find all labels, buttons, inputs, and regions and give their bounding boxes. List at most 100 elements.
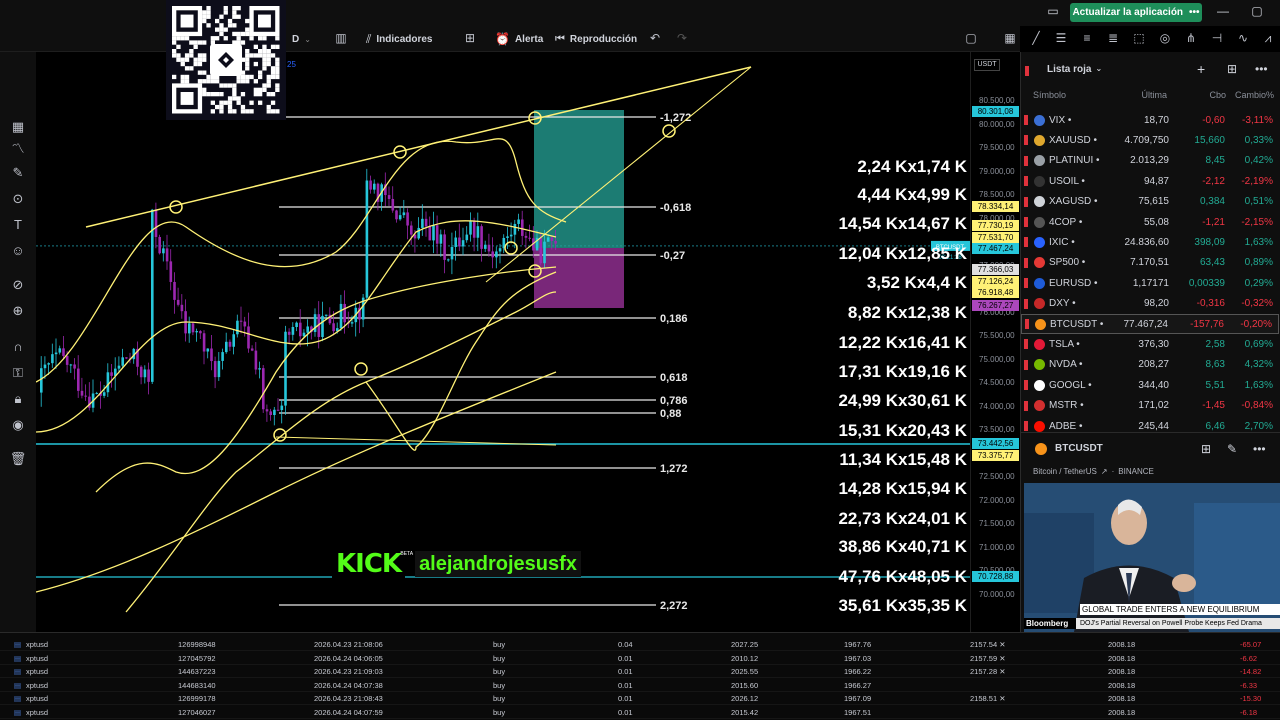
price-tick-label: 75.500,00 [979,331,1015,340]
layouts-icon[interactable]: ⊞ [462,30,478,46]
qr-module [245,57,250,62]
trade-time: 2026.04.24 04:06:05 [314,653,383,663]
qr-module [236,6,241,11]
wave-icon[interactable]: ∿ [1235,30,1251,46]
watchlist-symbol: VIX • [1049,114,1072,126]
video-player[interactable]: GLOBAL TRADE ENTERS A NEW EQUILIBRIUM Bl… [1024,483,1280,632]
more-icon[interactable]: ••• [1255,62,1268,76]
lock-drawing-icon[interactable]: ⚿ [8,364,28,382]
col-symbol[interactable]: Símbolo [1033,90,1066,100]
trade-row[interactable]: ▤ xptusd 127045792 2026.04.24 04:06:05 buy 0.… [0,652,1280,665]
watchlist-row[interactable]: NVDA • 208,27 8,63 4,32% [1021,355,1279,375]
pattern-icon[interactable]: ▦ [1002,30,1018,46]
candle-body [554,240,557,244]
redo-icon[interactable]: ↷ [674,30,690,46]
candle-body [77,368,80,391]
col-pct[interactable]: Cambio% [1235,90,1274,100]
rectangle-icon[interactable]: ⬚ [1131,30,1147,46]
qr-module [262,53,267,58]
replay-button[interactable]: ⏮ Reproducción [555,30,637,48]
candle-body [188,323,191,334]
watchlist-row[interactable]: XAUUSD • 4.709,750 15,660 0,33% [1021,130,1279,150]
trade-row[interactable]: ▤ xptusd 144637223 2026.04.23 21:09:03 buy 0.… [0,665,1280,678]
parallel-channel-icon[interactable]: ≡ [1079,30,1095,46]
fib-tool-icon[interactable]: ☰ [1053,30,1069,46]
brush-tool-icon[interactable]: ✎ [8,164,28,182]
trade-price: 2008.18 [1108,653,1136,663]
maximize-icon[interactable]: ▢ [1248,4,1266,18]
watchlist-row[interactable]: USOIL • 94,87 -2,12 -2,19% [1021,171,1279,191]
qr-module [258,36,263,41]
magnet-tool-icon[interactable]: ∩ [8,338,28,356]
watchlist-row[interactable]: PLATINUI • 2.013,29 8,45 0,42% [1021,151,1279,171]
price-scale[interactable]: USDT 80.500,00 80.000,00 79.500,00 79.000,0… [970,52,1020,632]
watchlist-row[interactable]: GOOGL • 344,40 5,51 1,63% [1021,375,1279,395]
undo-icon[interactable]: ↶ [647,30,663,46]
watchlist-row[interactable]: MSTR • 171,02 -1,45 -0,84% [1021,396,1279,416]
qr-module [232,10,237,15]
col-change[interactable]: Cbo [1209,90,1226,100]
emoji-tool-icon[interactable]: ☺ [8,242,28,260]
trade-row[interactable]: ▤ xptusd 126998948 2026.04.23 21:08:06 buy 0.… [0,638,1280,651]
watchlist-selector[interactable]: Lista roja ⌄ [1047,64,1102,75]
text-lines-icon[interactable]: ≣ [1105,30,1121,46]
eye-icon[interactable]: ◉ [8,416,28,434]
node-tool-icon[interactable]: ⊙ [8,190,28,208]
candles-icon[interactable]: ▥ [333,30,349,46]
path-tool-icon[interactable]: 〽 [8,140,28,158]
watchlist-row[interactable]: XAGUSD • 75,615 0,384 0,51% [1021,192,1279,212]
pattern-tool-icon[interactable]: ▦ [8,118,28,136]
qr-module [270,44,276,49]
qr-module [215,36,220,41]
red-flag-icon [1024,257,1028,268]
more-icon[interactable]: ••• [1253,442,1266,456]
qr-module [232,23,237,28]
trash-icon[interactable]: 🗑︎ [8,450,28,468]
indicators-button[interactable]: ⫽ Indicadores [366,30,433,48]
qr-module [206,10,211,15]
watchlist-row[interactable]: IXIC • 24.836,60 398,09 1,63% [1021,232,1279,252]
ruler-icon[interactable]: ⊣ [1209,30,1225,46]
interval-selector[interactable]: D ⌄ [292,30,311,48]
grid-icon[interactable]: ⊞ [1201,442,1211,456]
add-symbol-icon[interactable]: + [1197,61,1205,77]
candle-body [47,363,50,365]
price-tick-label: 80.500,00 [979,96,1015,105]
red-flag-icon [1024,155,1028,166]
candle-body [95,392,99,394]
watchlist-row[interactable]: BTCUSDT • 77.467,24 -157,76 -0,20% [1021,314,1279,334]
layout-grid-icon[interactable]: ⊞ [1227,62,1237,76]
trade-icon: ▤ [14,680,22,690]
currency-selector[interactable]: USDT [974,59,1000,71]
trade-row[interactable]: ▤ xptusd 127046027 2026.04.24 04:07:59 buy 0.… [0,706,1280,719]
watchlist-row[interactable]: TSLA • 376,30 2,58 0,69% [1021,334,1279,354]
screen-icon[interactable]: ▭ [1044,4,1062,18]
symbol-logo-icon [1034,155,1045,167]
trendline-icon[interactable]: ╱ [1028,30,1044,46]
update-app-button[interactable]: Actualizar la aplicación ••• [1070,3,1202,22]
measure-tool-icon[interactable]: ⊘ [8,276,28,294]
pitchfork-icon[interactable]: ⋔ [1183,30,1199,46]
candle-body [465,234,469,241]
watchlist-row[interactable]: 4COP • 55,08 -1,21 -2,15% [1021,212,1279,232]
candle-body [454,237,457,247]
text-tool-icon[interactable]: T [8,216,28,234]
watchlist-row[interactable]: VIX • 18,70 -0,60 -3,11% [1021,110,1279,130]
circle-icon[interactable]: ◎ [1157,30,1173,46]
watchlist-row[interactable]: DXY • 98,20 -0,316 -0,32% [1021,294,1279,314]
trade-row[interactable]: ▤ xptusd 126999178 2026.04.23 21:08:43 buy 0.… [0,692,1280,705]
minimize-icon[interactable]: — [1214,4,1232,18]
zigzag-icon[interactable]: ⩘ [1260,30,1276,46]
fullscreen-icon[interactable]: ▢ [963,30,979,46]
lock-icon[interactable]: 🔒︎ [8,390,28,408]
trade-row[interactable]: ▤ xptusd 144683140 2026.04.24 04:07:38 buy 0.… [0,679,1280,692]
watchlist-row[interactable]: SP500 • 7.170,51 63,43 0,89% [1021,253,1279,273]
price-chart[interactable]: BTCUSDT 03:21:38 -1,272 -0,618 -0,27 0,186 0,6… [35,52,970,632]
edit-icon[interactable]: ✎ [1227,442,1237,456]
col-last[interactable]: Última [1141,90,1167,100]
alert-button[interactable]: ⏰ Alerta [495,30,543,48]
detail-symbol[interactable]: BTCUSDT [1055,443,1103,454]
watchlist-row[interactable]: EURUSD • 1,17171 0,00339 0,29% [1021,273,1279,293]
zoom-tool-icon[interactable]: ⊕ [8,302,28,320]
watchlist-last: 344,40 [1138,379,1169,391]
